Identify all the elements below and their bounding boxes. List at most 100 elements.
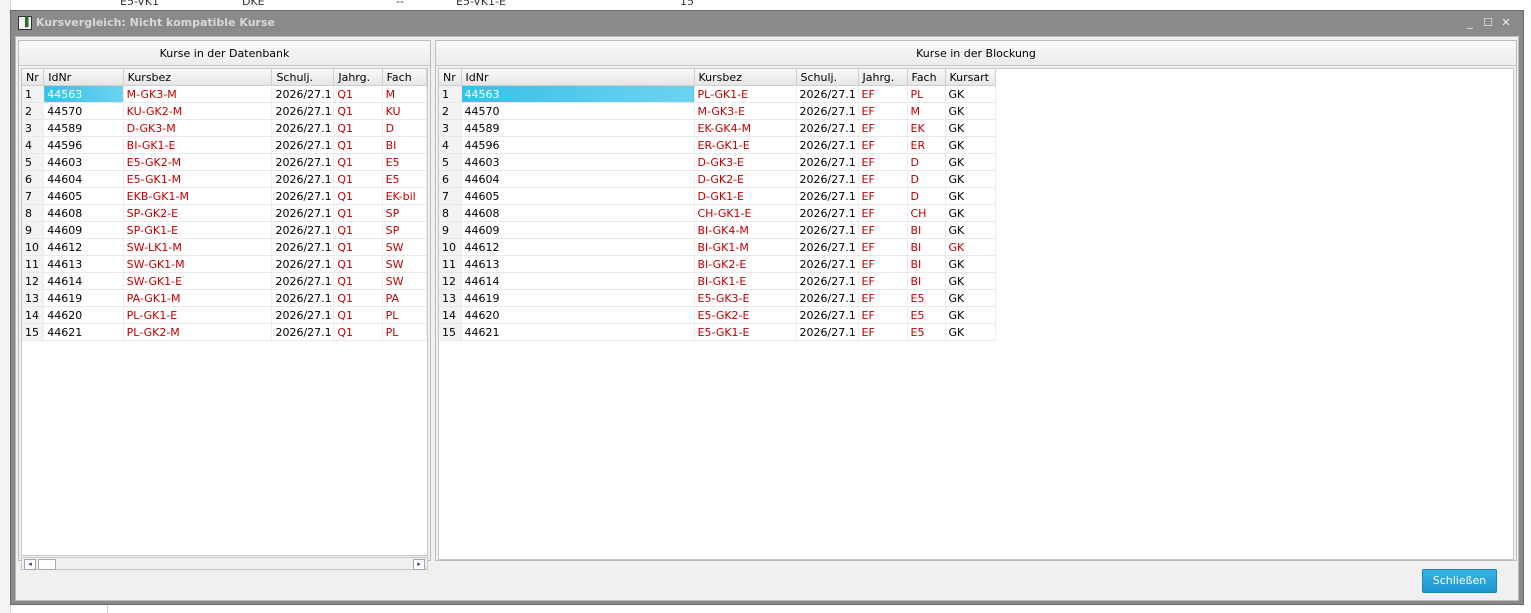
cell-idnr: 44620 xyxy=(43,306,124,324)
table-row[interactable]: 8 44608 CH-GK1-E 2026/27.1 EF CH GK xyxy=(439,204,996,222)
maximize-button[interactable]: ☐ xyxy=(1480,15,1496,31)
table-row[interactable]: 5 44603 D-GK3-E 2026/27.1 EF D GK xyxy=(439,153,996,171)
horizontal-scrollbar[interactable]: ◂ ▸ xyxy=(21,557,428,570)
cell-nr: 11 xyxy=(22,255,45,273)
table-header-row: Nr IdNr Kursbez Schulj. Jahrg. Fach xyxy=(22,69,427,86)
cell-jahrg: EF xyxy=(858,153,908,171)
cell-nr: 10 xyxy=(22,238,45,256)
cell-kursart: GK xyxy=(945,238,996,256)
column-header-kursbez[interactable]: Kursbez xyxy=(694,69,797,86)
table-row[interactable]: 12 44614 SW-GK1-E 2026/27.1 Q1 SW xyxy=(22,272,427,290)
minimize-button[interactable]: _ xyxy=(1462,15,1478,31)
table-row[interactable]: 12 44614 BI-GK1-E 2026/27.1 EF BI GK xyxy=(439,272,996,290)
cell-fach: SW xyxy=(382,272,427,290)
table-row[interactable]: 11 44613 SW-GK1-M 2026/27.1 Q1 SW xyxy=(22,255,427,273)
cell-jahrg: Q1 xyxy=(333,255,383,273)
table-row[interactable]: 7 44605 EKB-GK1-M 2026/27.1 Q1 EK-bil xyxy=(22,187,427,205)
table-row[interactable]: 2 44570 KU-GK2-M 2026/27.1 Q1 KU xyxy=(22,102,427,120)
cell-nr: 14 xyxy=(439,306,462,324)
column-header-jahrg[interactable]: Jahrg. xyxy=(858,69,908,86)
column-header-kursart[interactable]: Kursart xyxy=(945,69,996,86)
table-row[interactable]: 5 44603 E5-GK2-M 2026/27.1 Q1 E5 xyxy=(22,153,427,171)
table-row[interactable]: 9 44609 BI-GK4-M 2026/27.1 EF BI GK xyxy=(439,221,996,239)
table-row[interactable]: 13 44619 E5-GK3-E 2026/27.1 EF E5 GK xyxy=(439,289,996,307)
cell-schulj: 2026/27.1 xyxy=(796,119,859,137)
column-header-nr[interactable]: Nr xyxy=(439,69,462,86)
table-row[interactable]: 6 44604 E5-GK1-M 2026/27.1 Q1 E5 xyxy=(22,170,427,188)
cell-fach: M xyxy=(907,102,946,120)
cell-nr: 8 xyxy=(22,204,45,222)
table-row[interactable]: 11 44613 BI-GK2-E 2026/27.1 EF BI GK xyxy=(439,255,996,273)
table-row[interactable]: 3 44589 D-GK3-M 2026/27.1 Q1 D xyxy=(22,119,427,137)
table-row[interactable]: 14 44620 PL-GK1-E 2026/27.1 Q1 PL xyxy=(22,306,427,324)
cell-nr: 3 xyxy=(22,119,45,137)
column-header-fach[interactable]: Fach xyxy=(382,69,427,86)
cell-fach: D xyxy=(907,153,946,171)
cell-jahrg: EF xyxy=(858,187,908,205)
table-row[interactable]: 4 44596 ER-GK1-E 2026/27.1 EF ER GK xyxy=(439,136,996,154)
table-row[interactable]: 8 44608 SP-GK2-E 2026/27.1 Q1 SP xyxy=(22,204,427,222)
column-header-nr[interactable]: Nr xyxy=(22,69,45,86)
cell-idnr: 44613 xyxy=(461,255,695,273)
scrollbar-thumb[interactable] xyxy=(38,559,56,570)
table-row[interactable]: 9 44609 SP-GK1-E 2026/27.1 Q1 SP xyxy=(22,221,427,239)
cell-idnr: 44589 xyxy=(43,119,124,137)
cell-idnr: 44621 xyxy=(461,323,695,341)
kursvergleich-dialog: ▐ Kursvergleich: Nicht kompatible Kurse … xyxy=(10,10,1524,605)
table-header-row: Nr IdNr Kursbez Schulj. Jahrg. Fach Kurs… xyxy=(439,69,996,86)
cell-nr: 5 xyxy=(439,153,462,171)
cell-schulj: 2026/27.1 xyxy=(271,272,335,290)
cell-jahrg: EF xyxy=(858,119,908,137)
column-header-kursbez[interactable]: Kursbez xyxy=(123,69,273,86)
scroll-right-icon[interactable]: ▸ xyxy=(413,559,425,570)
table-row[interactable]: 10 44612 SW-LK1-M 2026/27.1 Q1 SW xyxy=(22,238,427,256)
table-row[interactable]: 1 44563 M-GK3-M 2026/27.1 Q1 M xyxy=(22,85,427,103)
courses-table-blockung: Nr IdNr Kursbez Schulj. Jahrg. Fach Kurs… xyxy=(439,69,996,341)
cell-fach: EK-bil xyxy=(382,187,427,205)
table-row[interactable]: 14 44620 E5-GK2-E 2026/27.1 EF E5 GK xyxy=(439,306,996,324)
cell-kursbez: EK-GK4-M xyxy=(694,119,797,137)
column-header-idnr[interactable]: IdNr xyxy=(43,69,124,86)
cell-idnr: 44570 xyxy=(461,102,695,120)
table-row[interactable]: 1 44563 PL-GK1-E 2026/27.1 EF PL GK xyxy=(439,85,996,103)
cell-kursbez: BI-GK2-E xyxy=(694,255,797,273)
cell-nr: 14 xyxy=(22,306,45,324)
cell-nr: 6 xyxy=(22,170,45,188)
table-row[interactable]: 2 44570 M-GK3-E 2026/27.1 EF M GK xyxy=(439,102,996,120)
close-window-button[interactable]: ✕ xyxy=(1498,15,1514,31)
table-row[interactable]: 13 44619 PA-GK1-M 2026/27.1 Q1 PA xyxy=(22,289,427,307)
schliessen-button[interactable]: Schließen xyxy=(1422,569,1497,593)
table-datenbank[interactable]: Nr IdNr Kursbez Schulj. Jahrg. Fach 1 445… xyxy=(21,68,428,556)
table-row[interactable]: 3 44589 EK-GK4-M 2026/27.1 EF EK GK xyxy=(439,119,996,137)
scroll-left-icon[interactable]: ◂ xyxy=(24,559,36,570)
cell-fach: D xyxy=(907,187,946,205)
table-row[interactable]: 4 44596 BI-GK1-E 2026/27.1 Q1 BI xyxy=(22,136,427,154)
cell-schulj: 2026/27.1 xyxy=(271,221,335,239)
table-row[interactable]: 7 44605 D-GK1-E 2026/27.1 EF D GK xyxy=(439,187,996,205)
table-row[interactable]: 15 44621 PL-GK2-M 2026/27.1 Q1 PL xyxy=(22,323,427,341)
panel-datenbank: Kurse in der Datenbank Nr IdNr Kursbez S… xyxy=(18,40,431,570)
cell-idnr: 44608 xyxy=(461,204,695,222)
cell-kursart: GK xyxy=(945,187,996,205)
column-header-jahrg[interactable]: Jahrg. xyxy=(333,69,383,86)
cell-fach: BI xyxy=(382,136,427,154)
cell-jahrg: EF xyxy=(858,323,908,341)
cell-idnr: 44589 xyxy=(461,119,695,137)
column-header-schulj[interactable]: Schulj. xyxy=(796,69,859,86)
column-header-schulj[interactable]: Schulj. xyxy=(271,69,335,86)
cell-jahrg: EF xyxy=(858,289,908,307)
column-header-fach[interactable]: Fach xyxy=(907,69,946,86)
cell-schulj: 2026/27.1 xyxy=(796,255,859,273)
cell-schulj: 2026/27.1 xyxy=(796,323,859,341)
column-header-idnr[interactable]: IdNr xyxy=(461,69,695,86)
table-blockung[interactable]: Nr IdNr Kursbez Schulj. Jahrg. Fach Kurs… xyxy=(438,68,1514,560)
table-row[interactable]: 6 44604 D-GK2-E 2026/27.1 EF D GK xyxy=(439,170,996,188)
cell-idnr: 44609 xyxy=(43,221,124,239)
cell-nr: 7 xyxy=(22,187,45,205)
table-row[interactable]: 15 44621 E5-GK1-E 2026/27.1 EF E5 GK xyxy=(439,323,996,341)
cell-fach: BI xyxy=(907,255,946,273)
cell-kursbez: E5-GK2-E xyxy=(694,306,797,324)
cell-fach: E5 xyxy=(382,170,427,188)
table-row[interactable]: 10 44612 BI-GK1-M 2026/27.1 EF BI GK xyxy=(439,238,996,256)
title-bar[interactable]: ▐ Kursvergleich: Nicht kompatible Kurse … xyxy=(11,11,1523,35)
